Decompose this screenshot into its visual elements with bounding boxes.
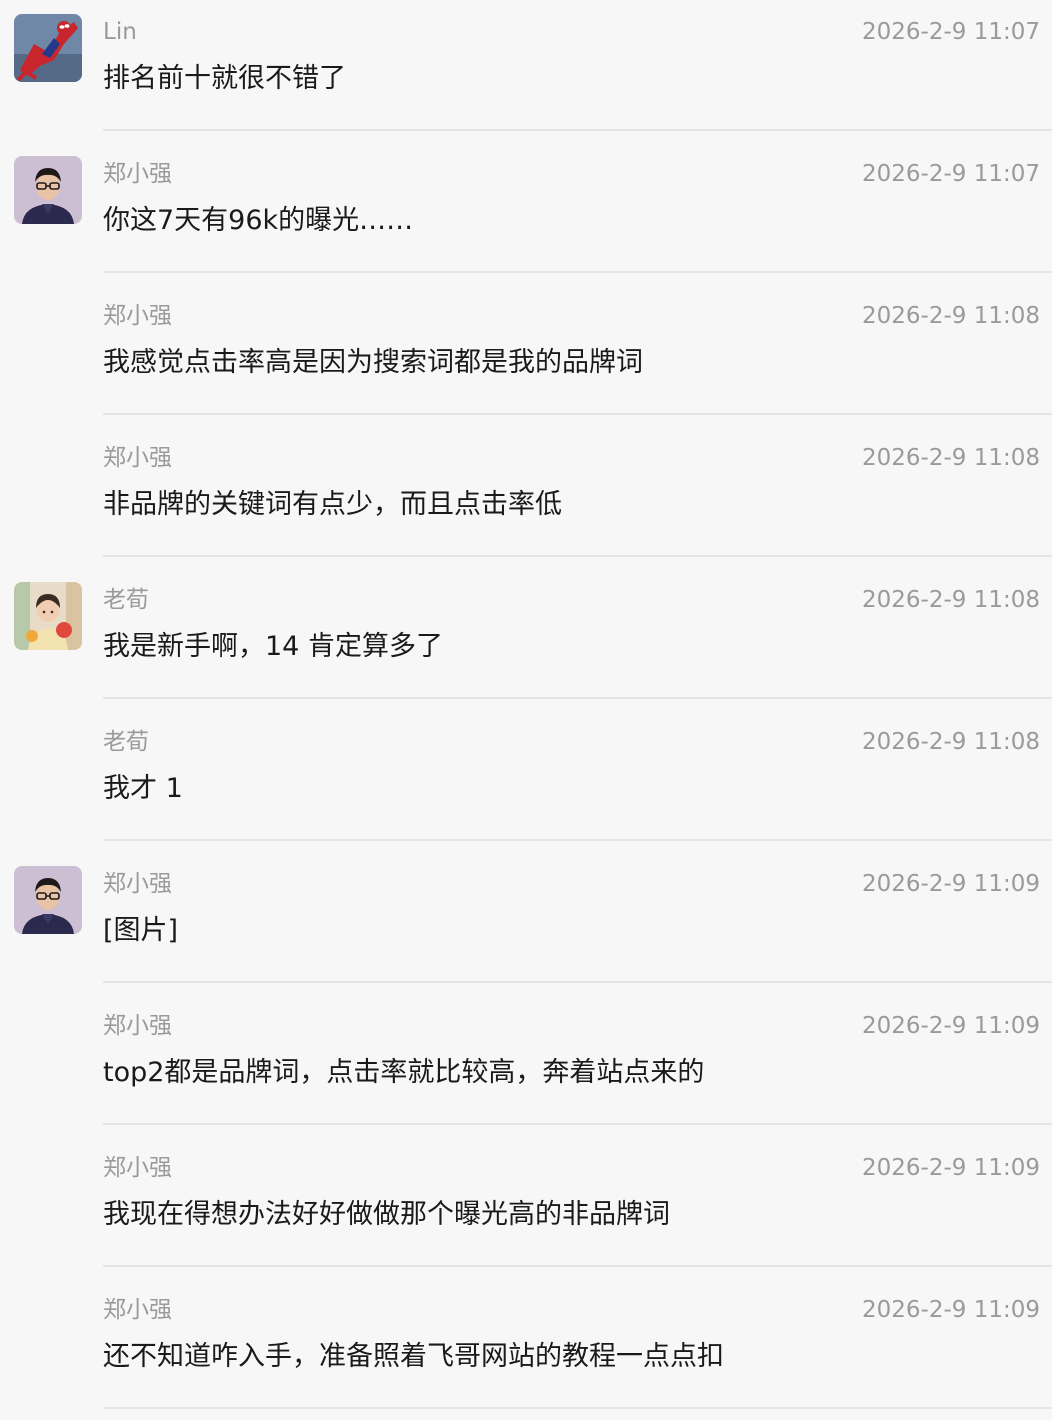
message-timestamp: 2026-2-9 11:07	[862, 161, 1040, 187]
chat-message: 郑小强 2026-2-9 11:09 [图片]	[0, 852, 1052, 994]
message-divider	[103, 839, 1052, 841]
message-divider	[103, 981, 1052, 983]
sender-name: 郑小强	[103, 161, 172, 187]
chat-message: 郑小强 2026-2-9 11:09 还不知道咋入手，准备照着飞哥网站的教程一点…	[0, 1278, 1052, 1420]
chat-message: 郑小强 2026-2-9 11:08 非品牌的关键词有点少，而且点击率低	[0, 426, 1052, 568]
message-divider	[103, 1265, 1052, 1267]
sender-name: 老荀	[103, 587, 149, 613]
message-timestamp: 2026-2-9 11:08	[862, 303, 1040, 329]
message-text: 非品牌的关键词有点少，而且点击率低	[103, 489, 562, 520]
message-divider	[103, 1123, 1052, 1125]
message-text: 我现在得想办法好好做做那个曝光高的非品牌词	[103, 1199, 670, 1230]
chat-message: 郑小强 2026-2-9 11:07 你这7天有96k的曝光……	[0, 142, 1052, 284]
sender-name: 郑小强	[103, 1155, 172, 1181]
man-glasses-avatar[interactable]	[14, 866, 82, 934]
message-timestamp: 2026-2-9 11:07	[862, 19, 1040, 45]
sender-name: 郑小强	[103, 1013, 172, 1039]
message-divider	[103, 271, 1052, 273]
message-timestamp: 2026-2-9 11:09	[862, 871, 1040, 897]
chat-message: Lin 2026-2-9 11:07 排名前十就很不错了	[0, 0, 1052, 142]
message-text: 排名前十就很不错了	[103, 63, 346, 94]
message-text: top2都是品牌词，点击率就比较高，奔着站点来的	[103, 1057, 705, 1088]
message-text: 我感觉点击率高是因为搜索词都是我的品牌词	[103, 347, 643, 378]
girl-photo-avatar[interactable]	[14, 582, 82, 650]
message-timestamp: 2026-2-9 11:08	[862, 445, 1040, 471]
sender-name: Lin	[103, 19, 137, 45]
message-divider	[103, 1407, 1052, 1409]
message-timestamp: 2026-2-9 11:09	[862, 1297, 1040, 1323]
sender-name: 老荀	[103, 729, 149, 755]
man-glasses-avatar[interactable]	[14, 156, 82, 224]
message-timestamp: 2026-2-9 11:09	[862, 1013, 1040, 1039]
sender-name: 郑小强	[103, 445, 172, 471]
message-divider	[103, 129, 1052, 131]
message-timestamp: 2026-2-9 11:08	[862, 587, 1040, 613]
sender-name: 郑小强	[103, 871, 172, 897]
sender-name: 郑小强	[103, 303, 172, 329]
message-text: 还不知道咋入手，准备照着飞哥网站的教程一点点扣	[103, 1341, 724, 1372]
message-text: 我才 1	[103, 773, 183, 804]
chat-message: 郑小强 2026-2-9 11:08 我感觉点击率高是因为搜索词都是我的品牌词	[0, 284, 1052, 426]
message-divider	[103, 555, 1052, 557]
message-text[interactable]: [图片]	[103, 912, 178, 950]
message-timestamp: 2026-2-9 11:08	[862, 729, 1040, 755]
chat-message-list: Lin 2026-2-9 11:07 排名前十就很不错了 郑小强 2026-2-…	[0, 0, 1052, 1410]
message-text: 我是新手啊，14 肯定算多了	[103, 631, 443, 662]
message-timestamp: 2026-2-9 11:09	[862, 1155, 1040, 1181]
message-divider	[103, 697, 1052, 699]
message-divider	[103, 413, 1052, 415]
sender-name: 郑小强	[103, 1297, 172, 1323]
chat-message: 郑小强 2026-2-9 11:09 我现在得想办法好好做做那个曝光高的非品牌词	[0, 1136, 1052, 1278]
chat-message: 郑小强 2026-2-9 11:09 top2都是品牌词，点击率就比较高，奔着站…	[0, 994, 1052, 1136]
chat-message: 老荀 2026-2-9 11:08 我是新手啊，14 肯定算多了	[0, 568, 1052, 710]
chat-message: 老荀 2026-2-9 11:08 我才 1	[0, 710, 1052, 852]
message-text: 你这7天有96k的曝光……	[103, 205, 414, 236]
spiderman-avatar[interactable]	[14, 14, 82, 82]
